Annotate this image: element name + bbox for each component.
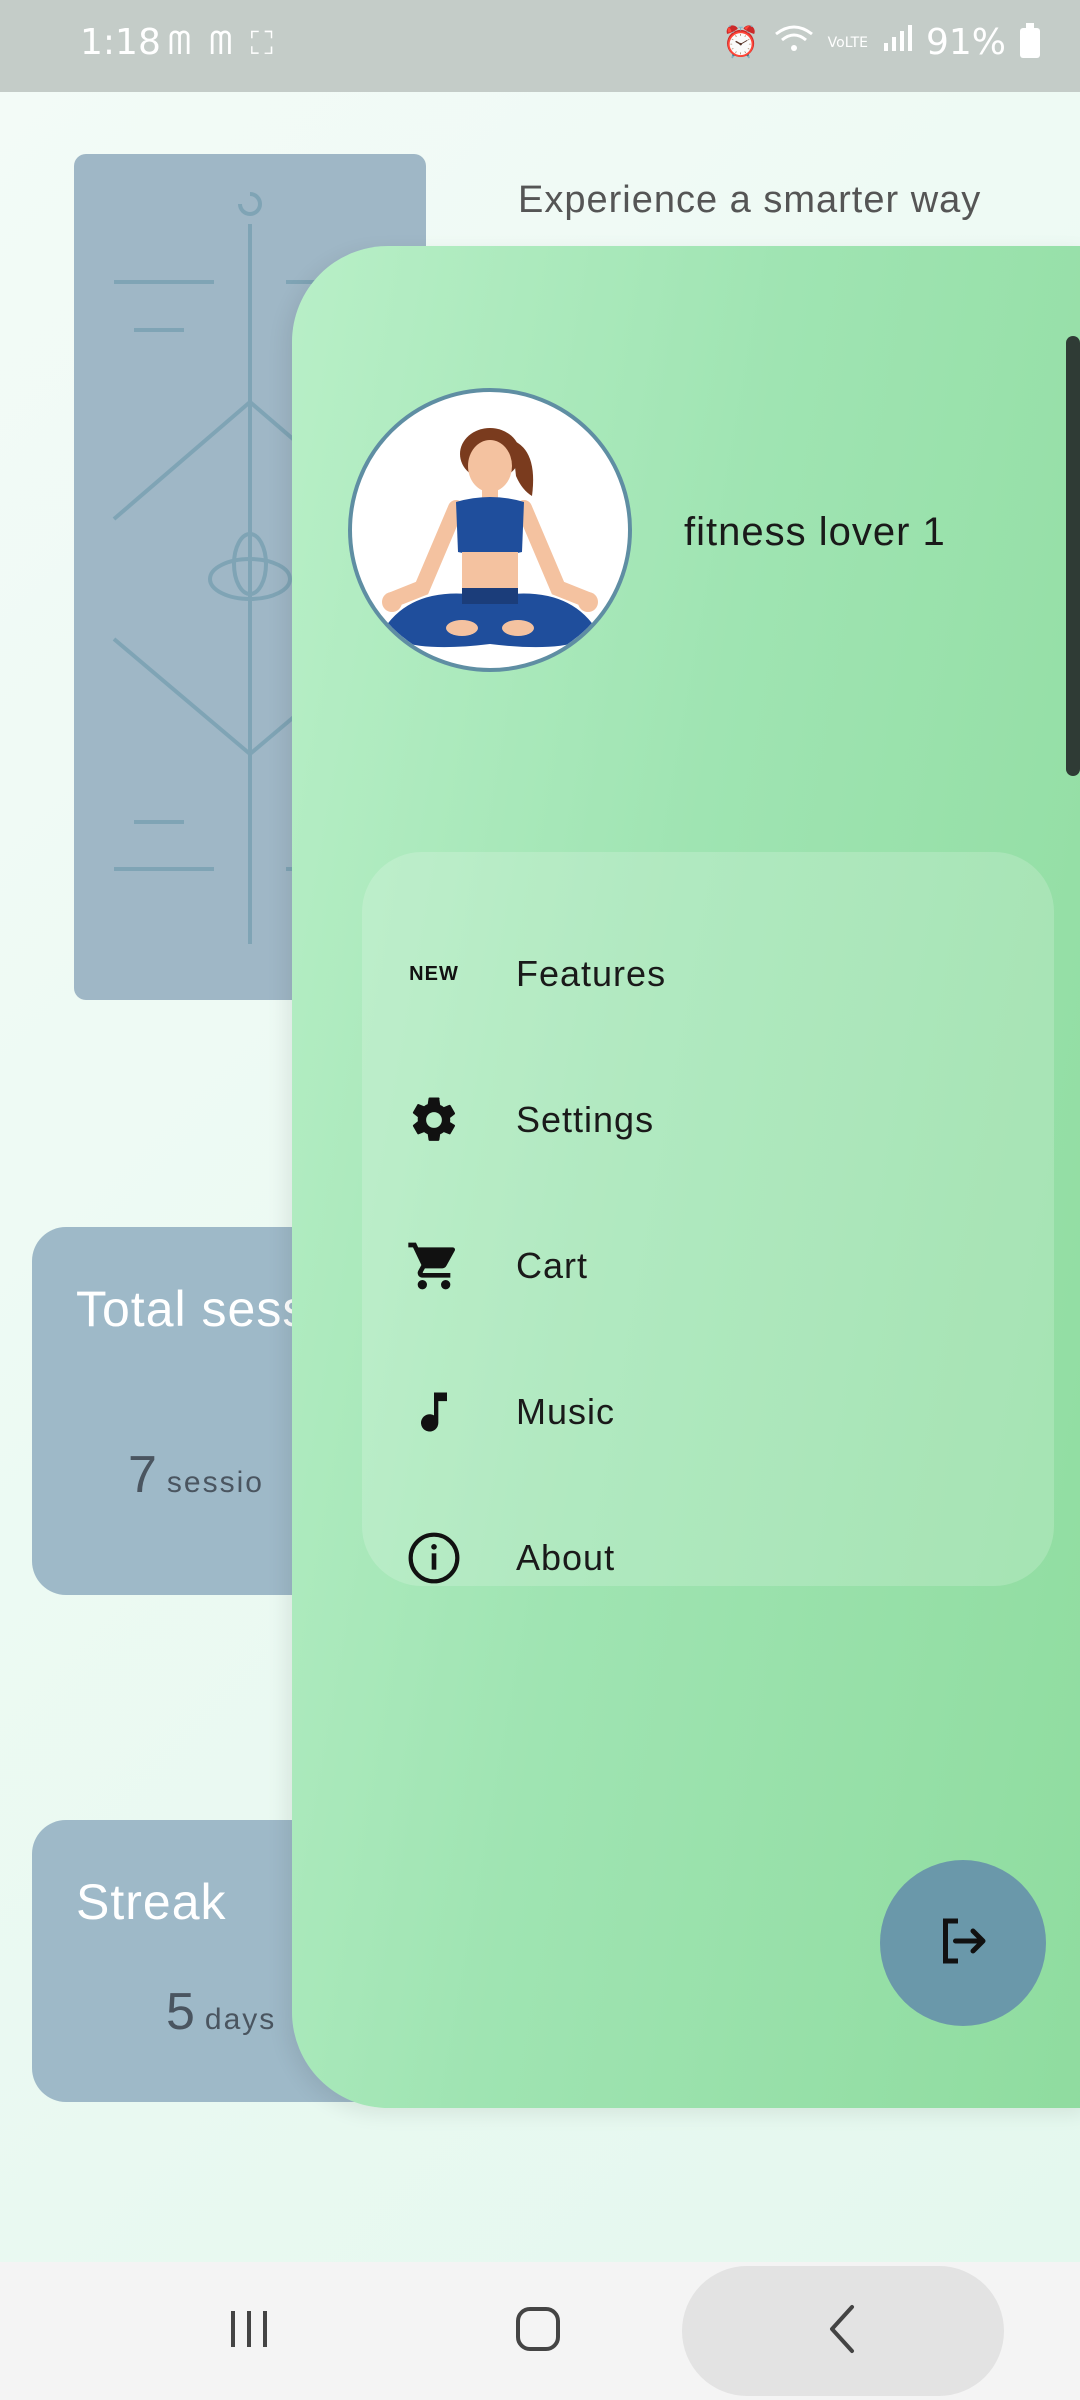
new-icon: NEW — [409, 962, 459, 985]
logout-button[interactable] — [880, 1860, 1046, 2026]
gear-icon — [402, 1088, 466, 1152]
alarm-icon: ⏰ — [722, 25, 760, 60]
sessions-unit: sessio — [166, 1466, 264, 1499]
profile-avatar[interactable] — [348, 388, 632, 672]
volte-icon: VoLTE — [827, 34, 868, 51]
wifi-icon — [774, 24, 814, 62]
status-bar: 1:18 ᗰ ᗰ ⛶ ⏰ VoLTE 91% — [0, 0, 1080, 92]
streak-value: 5 — [166, 1983, 195, 2041]
info-icon — [402, 1526, 466, 1590]
logout-icon — [933, 1911, 993, 1976]
intro-text: Experience a smarter way — [518, 179, 982, 221]
home-icon — [514, 2305, 562, 2358]
menu-item-cart[interactable]: Cart — [362, 1206, 1054, 1326]
sessions-value-row: 7 sessio — [128, 1445, 264, 1505]
menu-label-settings: Settings — [516, 1099, 655, 1140]
streak-value-row: 5 days — [166, 1982, 276, 2042]
back-icon — [822, 2303, 862, 2360]
menu-item-settings[interactable]: Settings — [362, 1060, 1054, 1180]
streak-title: Streak — [76, 1874, 227, 1930]
music-note-icon — [402, 1380, 466, 1444]
cart-icon — [402, 1234, 466, 1298]
menu-label-cart: Cart — [516, 1245, 589, 1286]
back-button[interactable] — [782, 2262, 902, 2400]
menu-item-features[interactable]: NEW Features — [362, 914, 1054, 1034]
drawer-menu: NEW Features Settings Cart Music About — [362, 852, 1054, 1586]
profile-name: fitness lover 1 — [684, 510, 946, 554]
scroll-indicator[interactable] — [1066, 336, 1080, 776]
sessions-value: 7 — [128, 1446, 157, 1504]
menu-item-music[interactable]: Music — [362, 1352, 1054, 1472]
notification-icons: ᗰ ᗰ ⛶ — [168, 24, 277, 62]
battery-icon — [1020, 22, 1040, 58]
status-time: 1:18 — [80, 22, 161, 63]
status-right-icons: ⏰ VoLTE 91% — [722, 22, 1040, 63]
menu-label-about: About — [516, 1537, 616, 1578]
signal-icon — [882, 24, 912, 61]
recents-button[interactable] — [190, 2262, 310, 2400]
battery-percent: 91% — [925, 22, 1006, 63]
menu-item-about[interactable]: About — [362, 1498, 1054, 1618]
menu-label-music: Music — [516, 1391, 616, 1432]
menu-label-features: Features — [516, 953, 667, 994]
navigation-drawer: fitness lover 1 NEW Features Settings Ca… — [292, 246, 1080, 2108]
recents-icon — [227, 2307, 273, 2356]
streak-unit: days — [204, 2003, 277, 2036]
home-button[interactable] — [478, 2262, 598, 2400]
